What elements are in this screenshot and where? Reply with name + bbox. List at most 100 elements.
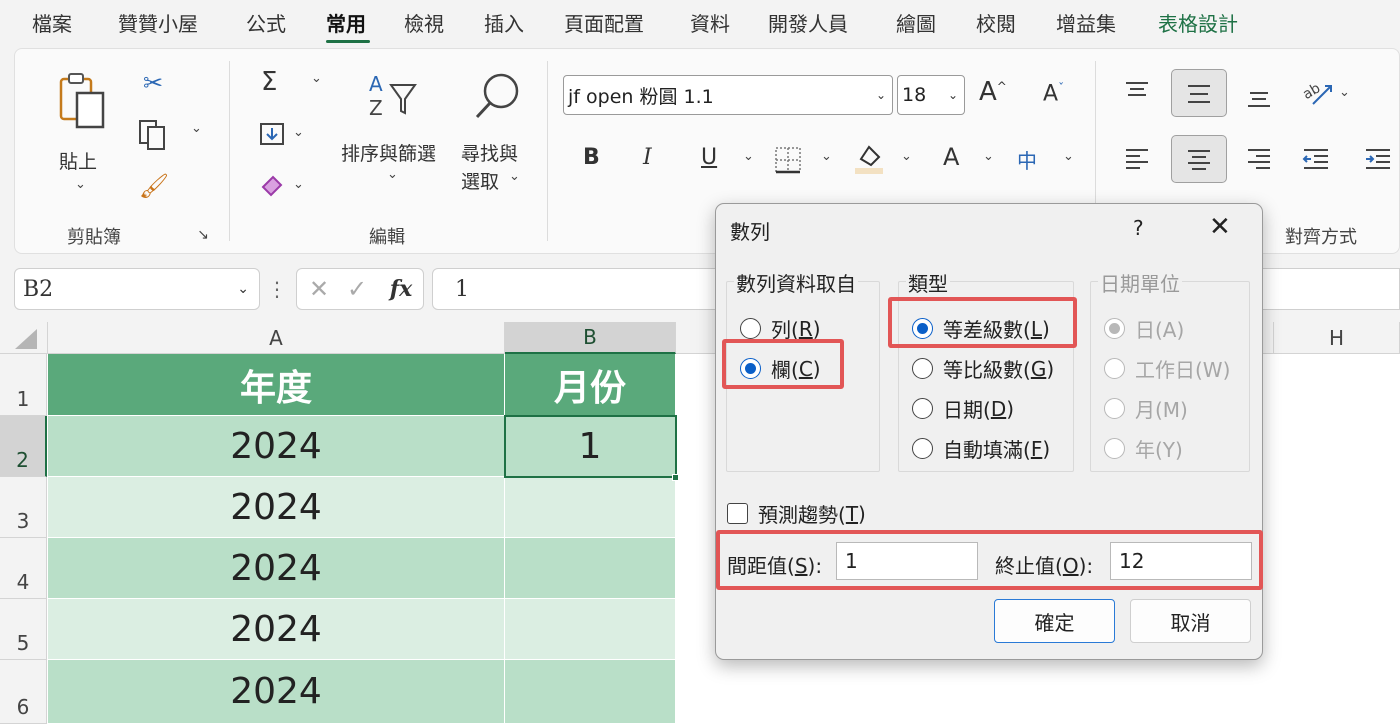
align-center-button[interactable]: [1171, 135, 1227, 183]
cell-b1[interactable]: 月份: [505, 354, 676, 416]
tab-insert[interactable]: 插入: [484, 8, 524, 37]
insert-function-icon[interactable]: fx: [385, 275, 417, 303]
find-select-chevron-icon[interactable]: ⌄: [509, 169, 520, 184]
more-options-icon[interactable]: ⋮: [267, 276, 287, 302]
name-box[interactable]: B2 ⌄: [14, 268, 260, 310]
align-middle-button[interactable]: [1171, 69, 1227, 117]
radio-day[interactable]: 日(A): [1104, 314, 1184, 343]
tab-addins[interactable]: 增益集: [1056, 8, 1116, 37]
column-header-h[interactable]: H: [1274, 322, 1400, 354]
radio-growth[interactable]: 等比級數(G): [912, 354, 1054, 383]
grow-font-icon[interactable]: A^: [979, 77, 1007, 107]
borders-icon[interactable]: [773, 145, 803, 175]
orientation-icon[interactable]: ab: [1301, 77, 1335, 109]
close-button[interactable]: ✕: [1209, 212, 1231, 242]
cell-a6[interactable]: 2024: [48, 660, 505, 724]
font-color-button[interactable]: A: [943, 143, 959, 171]
tab-page-layout[interactable]: 頁面配置: [564, 8, 644, 37]
fill-color-icon[interactable]: [853, 141, 885, 175]
stop-value-input[interactable]: 12: [1110, 542, 1252, 580]
help-button[interactable]: ?: [1133, 216, 1144, 240]
underline-button[interactable]: U: [701, 145, 717, 170]
trend-checkbox[interactable]: 預測趨勢(T): [727, 499, 866, 528]
shrink-font-icon[interactable]: Aˇ: [1043, 81, 1064, 106]
clear-icon[interactable]: [259, 171, 287, 199]
cell-a3[interactable]: 2024: [48, 477, 505, 538]
tab-table-design[interactable]: 表格設計: [1158, 8, 1238, 37]
tab-file[interactable]: 檔案: [32, 8, 72, 37]
sort-filter-chevron-icon[interactable]: ⌄: [387, 167, 398, 182]
ok-button[interactable]: 確定: [994, 599, 1115, 643]
radio-month[interactable]: 月(M): [1104, 394, 1188, 423]
radio-rows[interactable]: 列(R): [740, 314, 821, 343]
cell-b5[interactable]: [505, 599, 676, 660]
copy-icon[interactable]: [137, 119, 169, 151]
italic-button[interactable]: I: [643, 145, 652, 170]
orientation-chevron-icon[interactable]: ⌄: [1339, 85, 1350, 100]
phonetic-guide-button[interactable]: 中: [1017, 145, 1037, 174]
bold-button[interactable]: B: [583, 145, 600, 170]
increase-indent-icon[interactable]: [1363, 145, 1393, 171]
tab-developer[interactable]: 開發人員: [768, 8, 848, 37]
align-bottom-icon[interactable]: [1245, 87, 1273, 111]
autosum-icon[interactable]: Σ: [261, 67, 277, 97]
fill-chevron-icon[interactable]: ⌄: [293, 125, 304, 140]
cell-a4[interactable]: 2024: [48, 538, 505, 599]
row-header-4[interactable]: 4: [0, 538, 47, 599]
radio-autofill[interactable]: 自動填滿(F): [912, 434, 1050, 463]
cell-b6[interactable]: [505, 660, 676, 724]
step-value-input[interactable]: 1: [836, 542, 978, 580]
row-header-6[interactable]: 6: [0, 660, 47, 724]
row-header-3[interactable]: 3: [0, 477, 47, 538]
underline-chevron-icon[interactable]: ⌄: [743, 149, 754, 164]
find-select-label-1[interactable]: 尋找與: [461, 139, 518, 166]
radio-weekday[interactable]: 工作日(W): [1104, 354, 1230, 383]
format-painter-icon[interactable]: 🖌: [139, 171, 169, 201]
align-top-icon[interactable]: [1123, 79, 1151, 103]
phonetic-chevron-icon[interactable]: ⌄: [1063, 149, 1074, 164]
select-all-corner[interactable]: [0, 322, 48, 354]
tab-zanzan[interactable]: 贊贊小屋: [118, 8, 198, 37]
font-name-combo[interactable]: jf open 粉圓 1.1 ⌄: [563, 75, 893, 115]
column-header-b[interactable]: B: [505, 322, 676, 354]
font-color-chevron-icon[interactable]: ⌄: [983, 149, 994, 164]
radio-date[interactable]: 日期(D): [912, 394, 1014, 423]
tab-draw[interactable]: 繪圖: [896, 8, 936, 37]
paste-chevron-icon[interactable]: ⌄: [75, 177, 86, 192]
align-left-icon[interactable]: [1123, 145, 1151, 171]
cut-icon[interactable]: ✂: [139, 69, 167, 97]
sort-filter-icon[interactable]: AZ: [365, 71, 421, 121]
confirm-entry-icon[interactable]: ✓: [343, 275, 371, 303]
radio-year[interactable]: 年(Y): [1104, 434, 1183, 463]
tab-formulas[interactable]: 公式: [246, 8, 286, 37]
align-right-icon[interactable]: [1245, 145, 1273, 171]
find-select-label-2[interactable]: 選取: [461, 167, 499, 194]
autosum-chevron-icon[interactable]: ⌄: [311, 71, 322, 86]
fill-handle[interactable]: [672, 474, 679, 481]
fill-icon[interactable]: [259, 121, 287, 149]
tab-data[interactable]: 資料: [690, 8, 730, 37]
fill-color-chevron-icon[interactable]: ⌄: [901, 149, 912, 164]
row-header-5[interactable]: 5: [0, 599, 47, 660]
radio-linear[interactable]: 等差級數(L): [912, 314, 1050, 343]
row-header-2[interactable]: 2: [0, 416, 47, 477]
find-select-icon[interactable]: [471, 69, 527, 125]
cell-b4[interactable]: [505, 538, 676, 599]
tab-review[interactable]: 校閱: [976, 8, 1016, 37]
cell-a1[interactable]: 年度: [48, 354, 505, 416]
decrease-indent-icon[interactable]: [1301, 145, 1331, 171]
column-header-a[interactable]: A: [48, 322, 505, 354]
dialog-launcher-icon[interactable]: ↘: [193, 225, 213, 245]
copy-chevron-icon[interactable]: ⌄: [191, 121, 202, 136]
radio-columns[interactable]: 欄(C): [740, 354, 821, 383]
paste-label[interactable]: 貼上: [59, 147, 97, 174]
row-header-1[interactable]: 1: [0, 354, 47, 416]
sort-filter-label[interactable]: 排序與篩選: [341, 139, 436, 166]
tab-home[interactable]: 常用: [326, 8, 366, 37]
borders-chevron-icon[interactable]: ⌄: [821, 149, 832, 164]
cell-a5[interactable]: 2024: [48, 599, 505, 660]
cancel-button[interactable]: 取消: [1130, 599, 1251, 643]
paste-icon[interactable]: [55, 71, 111, 131]
tab-view[interactable]: 檢視: [404, 8, 444, 37]
clear-chevron-icon[interactable]: ⌄: [293, 177, 304, 192]
